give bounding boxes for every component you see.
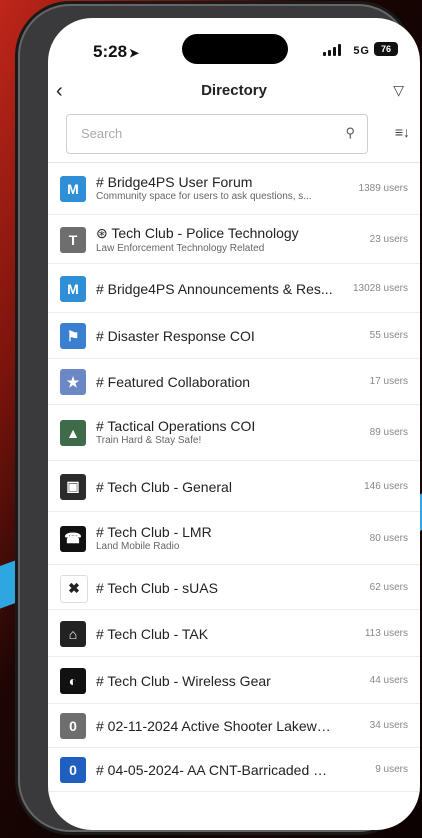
nav-bar: ‹ Directory ▽ xyxy=(48,72,420,110)
channel-name: # Tech Club - Wireless Gear xyxy=(96,672,271,689)
channel-text: # Featured Collaboration xyxy=(96,374,336,390)
channel-avatar-icon: M xyxy=(60,275,86,302)
member-count: 113 users xyxy=(364,627,408,639)
channel-description: Community space for users to ask questio… xyxy=(96,191,312,202)
channel-avatar-icon: M xyxy=(60,176,86,202)
member-count: 44 users xyxy=(369,674,408,686)
channel-avatar-icon: 0 xyxy=(60,713,86,739)
list-item[interactable]: ◐ # Tech Club - Wireless Gear 44 users xyxy=(48,657,420,704)
channel-text: # Bridge4PS Announcements & Res... xyxy=(96,281,336,297)
channel-name: # Tactical Operations COI xyxy=(96,418,256,434)
search-box[interactable]: ⚲ xyxy=(66,114,368,154)
member-count: 23 users xyxy=(369,233,408,245)
channel-name: ⊛ Tech Club - Police Technology xyxy=(96,224,299,241)
channel-name: # Tech Club - LMR xyxy=(96,523,212,540)
channel-avatar-icon: 0 xyxy=(60,757,86,783)
status-bar: 5:28 ➤ 5G 76 xyxy=(48,18,420,72)
dynamic-island xyxy=(182,34,288,64)
channel-description: Train Hard & Stay Safe! xyxy=(96,435,202,446)
phone-frame: 5:28➤ 5G 76 ‹ Directory ▽ ⚲ ≡↓ M # Bridge… xyxy=(18,4,420,832)
member-count: 62 users xyxy=(369,581,408,593)
channel-name: # Bridge4PS User Forum xyxy=(96,174,253,190)
sort-icon[interactable]: ≡↓ xyxy=(395,124,410,140)
channel-text: # Disaster Response COI xyxy=(96,328,336,344)
channel-avatar-icon: ▣ xyxy=(60,473,86,500)
member-count: 89 users xyxy=(369,427,408,438)
list-item[interactable]: ▣ # Tech Club - General 146 users xyxy=(48,461,420,512)
status-time: 5:28 ➤ xyxy=(93,42,139,62)
search-row: ⚲ ≡↓ xyxy=(48,110,420,163)
member-count: 17 users xyxy=(369,376,408,387)
member-count: 34 users xyxy=(369,720,408,731)
network-type: 5G xyxy=(353,45,370,57)
list-item[interactable]: M # Bridge4PS User Forum Community space f… xyxy=(48,163,420,215)
time-text: 5:28 xyxy=(93,42,128,61)
channel-name: # Tech Club - TAK xyxy=(96,625,209,642)
channel-avatar-icon: ✖ xyxy=(60,574,88,603)
list-item[interactable]: ⌂ # Tech Club - TAK 113 users xyxy=(48,610,420,657)
list-item[interactable]: ▲ # Tactical Operations COI Train Hard & S… xyxy=(48,405,420,461)
channel-avatar-icon: ⌂ xyxy=(60,620,86,647)
channel-text: # Bridge4PS User Forum Community space fo… xyxy=(96,174,336,202)
battery-icon: 76 xyxy=(374,42,398,56)
channel-text: # 02-11-2024 Active Shooter Lakewoo... xyxy=(96,718,336,734)
channel-text: # Tech Club - General xyxy=(96,479,336,495)
channel-name: # Bridge4PS Announcements & Res... xyxy=(96,280,333,297)
channel-text: # Tactical Operations COI Train Hard & St… xyxy=(96,418,336,446)
list-item[interactable]: T ⊛ Tech Club - Police Technology Law Enfo… xyxy=(48,215,420,264)
channel-list: M # Bridge4PS User Forum Community space f… xyxy=(48,163,420,792)
channel-text: # Tech Club - sUAS xyxy=(96,580,336,596)
list-item[interactable]: ⚑ # Disaster Response COI 55 users xyxy=(48,313,420,359)
channel-text: # Tech Club - TAK xyxy=(96,626,336,642)
search-input[interactable] xyxy=(79,125,333,142)
list-item[interactable]: ☎ # Tech Club - LMR Land Mobile Radio 80 us… xyxy=(48,512,420,565)
channel-name: # 02-11-2024 Active Shooter Lakewoo... xyxy=(96,718,336,734)
channel-avatar-icon: ☎ xyxy=(60,525,86,552)
channel-avatar-icon: ◐ xyxy=(60,667,86,694)
member-count: 13028 users xyxy=(352,282,408,294)
signal-bars-icon xyxy=(323,44,341,56)
channel-name: # Tech Club - sUAS xyxy=(96,579,218,596)
member-count: 9 users xyxy=(375,764,408,775)
location-arrow-icon: ➤ xyxy=(129,46,140,60)
channel-avatar-icon: ⚑ xyxy=(60,323,86,349)
member-count: 1389 users xyxy=(358,183,408,194)
page-title: Directory xyxy=(201,82,267,99)
list-item[interactable]: ★ # Featured Collaboration 17 users xyxy=(48,359,420,405)
channel-description: Law Enforcement Technology Related xyxy=(96,242,265,254)
filter-funnel-icon[interactable]: ▽ xyxy=(393,82,404,99)
list-item[interactable]: M # Bridge4PS Announcements & Res... 13028… xyxy=(48,264,420,313)
list-item[interactable]: 0 # 04-05-2024- AA CNT-Barricaded Sus... 9… xyxy=(48,748,420,792)
list-item[interactable]: 0 # 02-11-2024 Active Shooter Lakewoo... 3… xyxy=(48,704,420,748)
channel-avatar-icon: ▲ xyxy=(60,420,86,446)
member-count: 146 users xyxy=(364,480,408,492)
member-count: 55 users xyxy=(369,330,408,341)
phone-screen: 5:28➤ 5G 76 ‹ Directory ▽ ⚲ ≡↓ M # Bridge… xyxy=(48,18,420,830)
channel-description: Land Mobile Radio xyxy=(96,540,180,552)
channel-text: # 04-05-2024- AA CNT-Barricaded Sus... xyxy=(96,762,336,778)
channel-text: ⊛ Tech Club - Police Technology Law Enfor… xyxy=(96,225,336,254)
channel-text: # Tech Club - LMR Land Mobile Radio xyxy=(96,524,336,552)
channel-text: # Tech Club - Wireless Gear xyxy=(96,673,336,689)
channel-avatar-icon: T xyxy=(60,226,86,253)
channel-name: # Disaster Response COI xyxy=(96,328,255,344)
channel-name: # 04-05-2024- AA CNT-Barricaded Sus... xyxy=(96,762,336,778)
search-icon[interactable]: ⚲ xyxy=(345,125,355,141)
member-count: 80 users xyxy=(369,532,408,544)
channel-avatar-icon: ★ xyxy=(60,369,86,395)
channel-name: # Tech Club - General xyxy=(96,478,232,495)
channel-name: # Featured Collaboration xyxy=(96,374,251,390)
list-item[interactable]: ✖ # Tech Club - sUAS 62 users xyxy=(48,565,420,610)
